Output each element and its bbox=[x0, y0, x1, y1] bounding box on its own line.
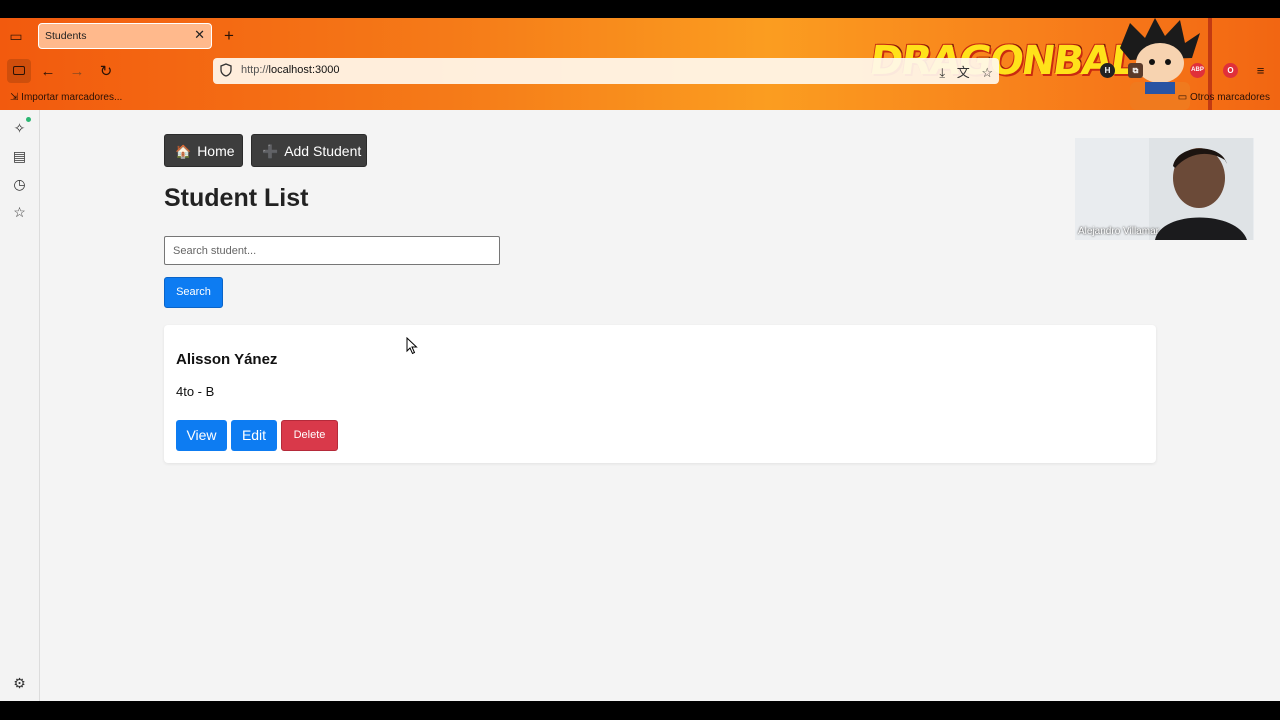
tab-title: Students bbox=[45, 30, 87, 42]
tab-list-icon[interactable]: ▭ bbox=[6, 26, 26, 46]
extension-h-icon[interactable]: H bbox=[1100, 63, 1115, 78]
bookmark-star-icon[interactable]: ☆ bbox=[981, 65, 993, 80]
notification-dot bbox=[26, 117, 31, 122]
url-actions: ⤓ 文 ☆ bbox=[931, 62, 993, 81]
url-host: localhost:3000 bbox=[268, 64, 340, 76]
student-name: Alisson Yánez bbox=[176, 351, 278, 368]
browser-window: ▭ Students ✕ + DRAGONBALL ← → ↻ http://l… bbox=[0, 18, 1280, 701]
bookmark-import-label: Importar marcadores... bbox=[21, 92, 123, 103]
extensions-puzzle-icon[interactable]: ⧉ bbox=[1128, 63, 1143, 78]
close-icon[interactable]: ✕ bbox=[194, 27, 205, 43]
gear-icon[interactable]: ⚙ bbox=[11, 675, 28, 692]
reload-icon[interactable]: ↻ bbox=[95, 61, 117, 83]
webcam-participant-name: Alejandro Villamar bbox=[1078, 226, 1159, 237]
translate-icon[interactable]: 文 bbox=[957, 65, 970, 80]
forward-arrow-icon[interactable]: → bbox=[66, 61, 88, 83]
home-button-label: Home bbox=[197, 143, 235, 159]
navigation-bar: ← → ↻ http://localhost:3000 ⤓ 文 ☆ bbox=[0, 58, 1280, 86]
back-arrow-icon[interactable]: ← bbox=[37, 61, 59, 83]
add-student-label: Add Student bbox=[284, 143, 362, 159]
shield-icon bbox=[220, 63, 232, 77]
search-button[interactable]: Search bbox=[164, 277, 223, 308]
save-page-icon[interactable]: ⤓ bbox=[939, 65, 945, 80]
mouse-cursor-icon bbox=[406, 337, 418, 355]
address-bar[interactable]: http://localhost:3000 ⤓ 文 ☆ bbox=[213, 58, 999, 84]
bookmark-other-label: Otros marcadores bbox=[1189, 92, 1270, 103]
webcam-video-image bbox=[1149, 138, 1253, 240]
history-panel-icon[interactable]: ▤ bbox=[11, 148, 28, 165]
home-icon: 🏠 bbox=[175, 144, 192, 159]
opera-extension-icon[interactable]: O bbox=[1223, 63, 1238, 78]
edit-button[interactable]: Edit bbox=[231, 420, 277, 451]
extension-toolbar: H ⧉ ABP O ≡ bbox=[1100, 63, 1280, 83]
home-button[interactable]: 🏠 Home bbox=[164, 134, 243, 167]
bookmarks-bar: ⇲ Importar marcadores... ▭ Otros marcado… bbox=[0, 90, 1280, 108]
browser-sidebar: ✧ ▤ ◷ ☆ ⚙ bbox=[0, 110, 40, 701]
url-scheme: http:// bbox=[241, 64, 269, 76]
view-button[interactable]: View bbox=[176, 420, 227, 451]
plus-icon: ➕ bbox=[262, 144, 279, 159]
clock-icon[interactable]: ◷ bbox=[11, 176, 28, 193]
url-text: http://localhost:3000 bbox=[241, 64, 339, 76]
page-title: Student List bbox=[164, 184, 309, 212]
new-tab-icon[interactable]: + bbox=[224, 26, 234, 46]
sparkle-icon[interactable]: ✧ bbox=[11, 120, 28, 137]
tab-students[interactable]: Students ✕ bbox=[38, 23, 212, 49]
star-icon[interactable]: ☆ bbox=[11, 204, 28, 221]
student-class: 4to - B bbox=[176, 384, 215, 399]
sidebar-toggle-icon[interactable] bbox=[7, 59, 31, 83]
browser-header: ▭ Students ✕ + DRAGONBALL ← → ↻ http://l… bbox=[0, 18, 1280, 110]
bookmark-other-folder[interactable]: ▭ Otros marcadores bbox=[1178, 92, 1270, 103]
webcam-overlay: Alejandro Villamar bbox=[1075, 138, 1254, 240]
delete-button[interactable]: Delete bbox=[281, 420, 338, 451]
bookmark-import[interactable]: ⇲ Importar marcadores... bbox=[10, 92, 122, 103]
adblock-icon[interactable]: ABP bbox=[1190, 63, 1205, 78]
student-card: Alisson Yánez 4to - B View Edit Delete bbox=[164, 325, 1156, 463]
menu-icon[interactable]: ≡ bbox=[1253, 63, 1268, 78]
search-input[interactable] bbox=[164, 236, 500, 265]
add-student-button[interactable]: ➕ Add Student bbox=[251, 134, 367, 167]
